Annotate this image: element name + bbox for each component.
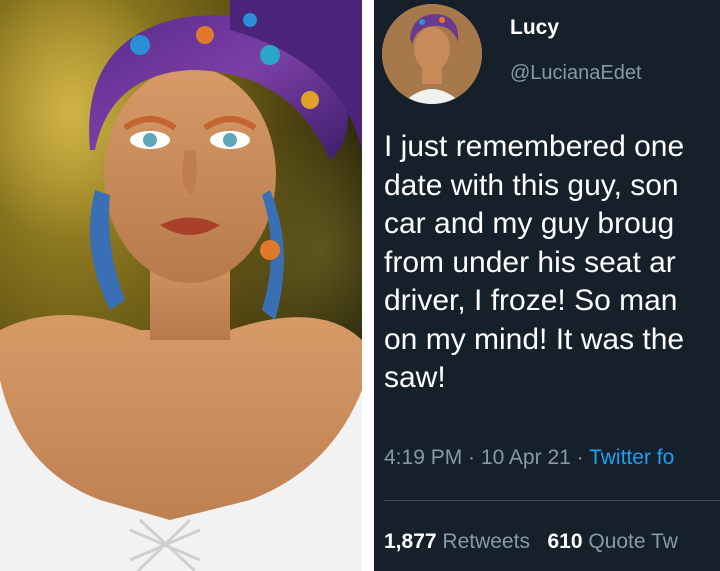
retweets-count: 1,877 [384, 530, 437, 553]
quotes-count: 610 [547, 530, 583, 553]
tweet-text: I just remembered one date with this guy… [384, 128, 720, 398]
tweet-text-line: driver, I froze! So man [384, 284, 678, 317]
retweets-stat[interactable]: 1,877 Retweets [384, 530, 530, 553]
tweet-date[interactable]: 10 Apr 21 [481, 446, 571, 469]
tweet-text-line: car and my guy broug [384, 207, 675, 240]
tweet-text-line: on my mind! It was the [384, 322, 685, 356]
user-handle[interactable]: @LucianaEdet [510, 62, 642, 85]
retweets-label: Retweets [442, 530, 530, 553]
tweet-time[interactable]: 4:19 PM [384, 446, 462, 469]
tweet-source-link[interactable]: Twitter fo [589, 446, 674, 469]
display-name[interactable]: Lucy [510, 16, 559, 40]
avatar[interactable] [382, 4, 482, 104]
panel-divider [362, 0, 374, 571]
portrait-photo [0, 0, 362, 571]
tweet-text-line: I just remembered one [384, 130, 685, 163]
tweet-stats: 1,877 Retweets 610 Quote Tw [384, 530, 678, 554]
tweet-meta: 4:19 PM · 10 Apr 21 · Twitter fo [384, 446, 674, 470]
tweet-text-line: from under his seat ar [384, 245, 676, 279]
divider [384, 500, 720, 501]
meta-separator: · [462, 446, 481, 469]
screenshot-collage: Lucy @LucianaEdet I just remembered one … [0, 0, 720, 571]
quotes-label: Quote Tw [588, 530, 678, 553]
tweet-card: Lucy @LucianaEdet I just remembered one … [374, 0, 720, 571]
tweet-text-line: date with this guy, son [384, 168, 679, 202]
tweet-text-line: saw! [384, 361, 446, 394]
woman-portrait-illustration [0, 0, 362, 571]
meta-separator: · [570, 446, 590, 469]
quotes-stat[interactable]: 610 Quote Tw [547, 530, 677, 553]
avatar-photo-icon [382, 4, 482, 104]
